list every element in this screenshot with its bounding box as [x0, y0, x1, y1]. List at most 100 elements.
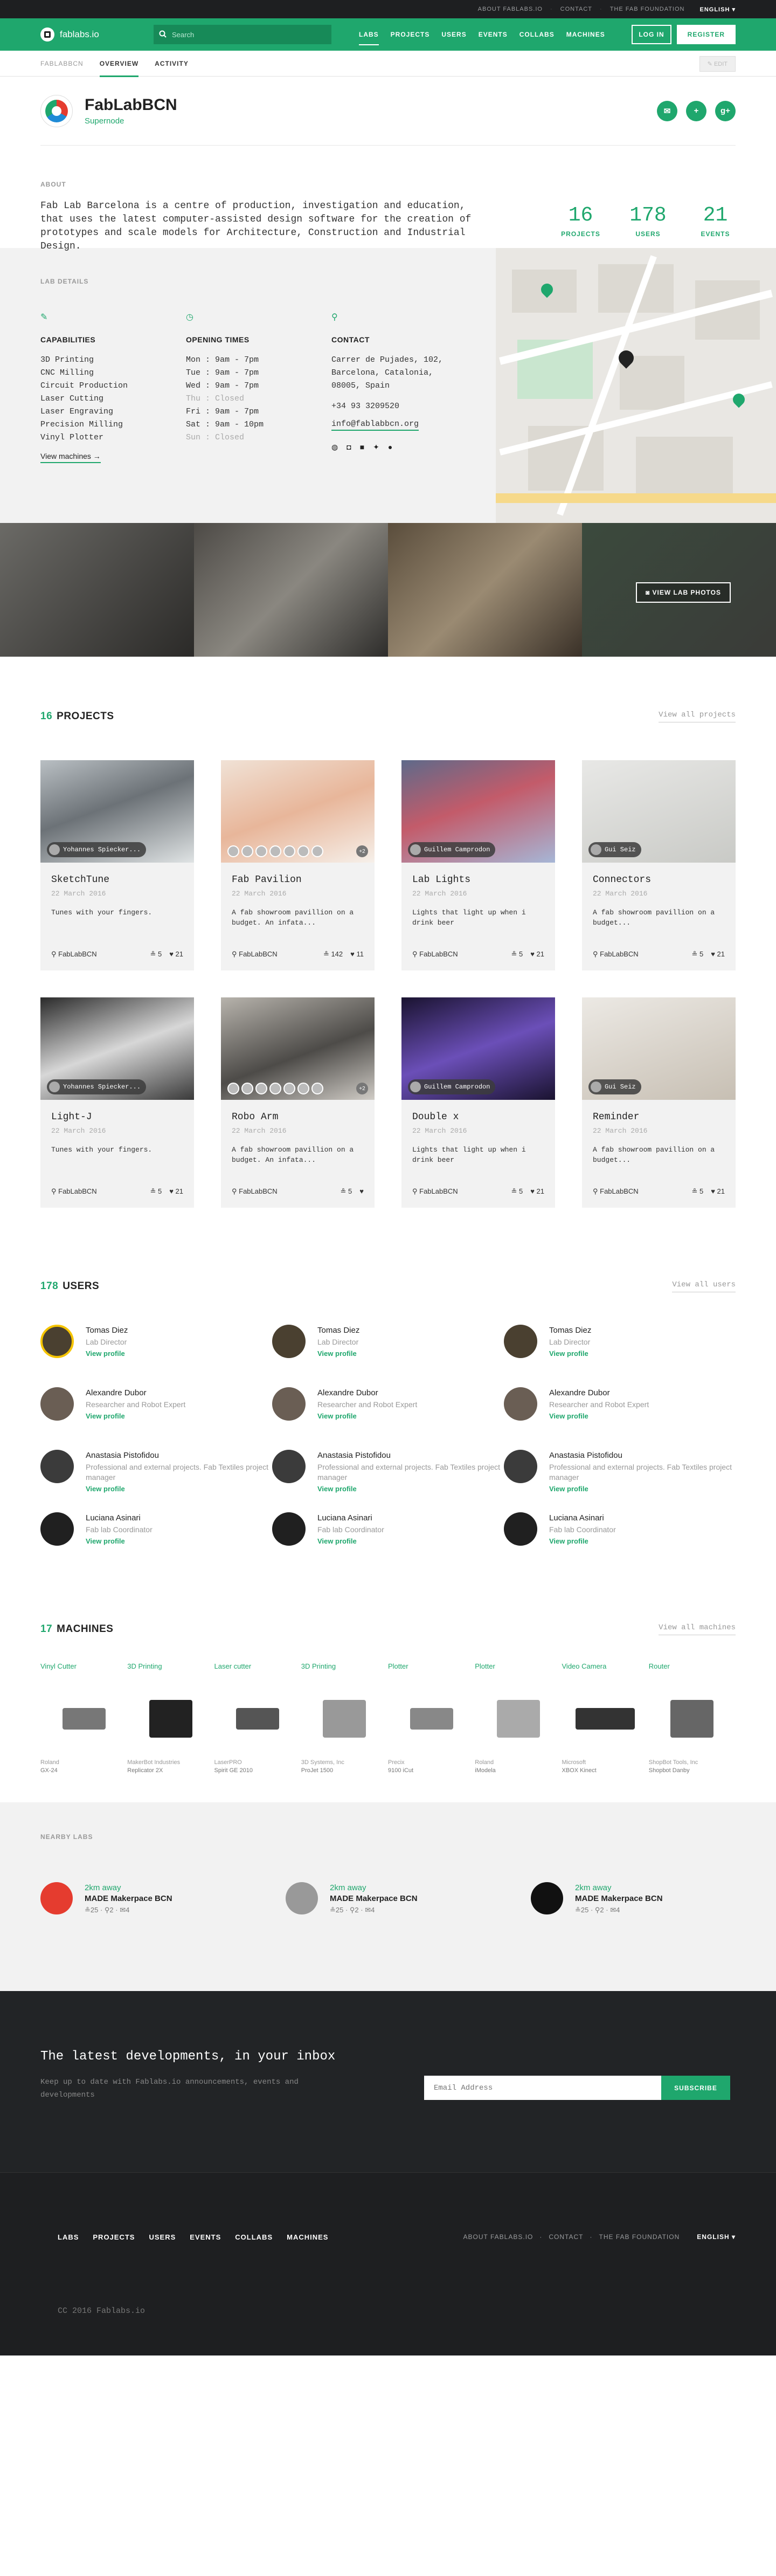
- google-plus-button[interactable]: g+: [715, 100, 736, 121]
- likes-count[interactable]: ♥ 21: [169, 1187, 183, 1196]
- tab-activity[interactable]: ACTIVITY: [155, 51, 189, 77]
- login-button[interactable]: LOG IN: [632, 25, 671, 44]
- machine-item[interactable]: 3D Printing 3D Systems, Inc ProJet 1500: [301, 1662, 388, 1783]
- project-author[interactable]: Gui Seiz: [588, 842, 641, 857]
- likes-count[interactable]: ♥ 21: [530, 1187, 544, 1196]
- nearby-name[interactable]: MADE Makerpace BCN: [575, 1894, 663, 1903]
- project-card[interactable]: Yohannes Spiecker... SketchTune 22 March 2…: [40, 760, 194, 970]
- footer-foundation-link[interactable]: THE FAB FOUNDATION: [599, 2233, 680, 2241]
- project-card[interactable]: +2 Fab Pavilion 22 March 2016 A fab showroo…: [221, 760, 375, 970]
- machine-item[interactable]: Laser cutter LaserPRO Spirit GE 2010: [214, 1662, 301, 1783]
- user-name[interactable]: Tomas Diez: [317, 1326, 359, 1335]
- project-card[interactable]: Yohannes Spiecker... Light-J 22 March 2016…: [40, 997, 194, 1208]
- project-card[interactable]: Guillem Camprodon Lab Lights 22 March 2016…: [401, 760, 555, 970]
- view-profile-link[interactable]: View profile: [549, 1485, 736, 1493]
- likes-count[interactable]: ♥ 21: [711, 1187, 725, 1196]
- machine-category[interactable]: Plotter: [475, 1662, 562, 1670]
- user-name[interactable]: Luciana Asinari: [549, 1513, 616, 1523]
- avatar[interactable]: [40, 1325, 74, 1358]
- about-link[interactable]: ABOUT FABLABS.IO: [478, 6, 543, 12]
- view-lab-photos-button[interactable]: ◙ VIEW LAB PHOTOS: [635, 582, 731, 603]
- view-profile-link[interactable]: View profile: [549, 1412, 649, 1420]
- footer-about-link[interactable]: ABOUT FABLABS.IO: [463, 2233, 534, 2241]
- project-card[interactable]: Guillem Camprodon Double x 22 March 2016 Li…: [401, 997, 555, 1208]
- nearby-name[interactable]: MADE Makerpace BCN: [330, 1894, 418, 1903]
- machine-category[interactable]: 3D Printing: [127, 1662, 214, 1670]
- location-map[interactable]: [496, 248, 776, 523]
- stat-events[interactable]: 21 EVENTS: [695, 204, 736, 238]
- view-profile-link[interactable]: View profile: [549, 1349, 591, 1358]
- machine-category[interactable]: Plotter: [388, 1662, 475, 1670]
- project-authors[interactable]: +2: [227, 845, 368, 857]
- email-input[interactable]: [424, 2076, 661, 2100]
- user-name[interactable]: Alexandre Dubor: [317, 1388, 417, 1397]
- view-all-machines-link[interactable]: View all machines: [659, 1623, 736, 1635]
- edit-button[interactable]: ✎ EDIT: [699, 56, 736, 72]
- nav-users[interactable]: USERS: [435, 18, 472, 51]
- footer-nav-labs[interactable]: LABS: [58, 2233, 79, 2241]
- project-authors[interactable]: +2: [227, 1083, 368, 1094]
- view-profile-link[interactable]: View profile: [86, 1412, 185, 1420]
- view-profile-link[interactable]: View profile: [86, 1349, 128, 1358]
- instagram-icon[interactable]: ◘: [347, 443, 351, 452]
- machine-item[interactable]: 3D Printing MakerBot Industries Replicator…: [127, 1662, 214, 1783]
- message-button[interactable]: ✉: [657, 100, 677, 121]
- machine-item[interactable]: Plotter Precix 9100 iCut: [388, 1662, 475, 1783]
- footer-nav-collabs[interactable]: COLLABS: [235, 2233, 273, 2241]
- join-lab-button[interactable]: +: [686, 100, 706, 121]
- stat-projects[interactable]: 16 PROJECTS: [560, 204, 601, 238]
- avatar[interactable]: [272, 1387, 306, 1421]
- view-machines-link[interactable]: View machines →: [40, 452, 101, 463]
- nav-labs[interactable]: LABS: [353, 18, 385, 51]
- view-all-users-link[interactable]: View all users: [672, 1280, 736, 1292]
- view-all-projects-link[interactable]: View all projects: [659, 711, 736, 722]
- project-author[interactable]: Yohannes Spiecker...: [47, 842, 147, 857]
- contact-link[interactable]: CONTACT: [560, 6, 592, 12]
- twitter-icon[interactable]: ✦: [373, 443, 379, 452]
- nearby-lab[interactable]: 2km away MADE Makerpace BCN ≗25 · ⚲2 · ✉4: [286, 1882, 531, 1914]
- user-name[interactable]: Anastasia Pistofidou: [549, 1451, 736, 1460]
- view-profile-link[interactable]: View profile: [86, 1537, 153, 1545]
- user-name[interactable]: Luciana Asinari: [86, 1513, 153, 1523]
- avatar[interactable]: [272, 1512, 306, 1546]
- view-profile-link[interactable]: View profile: [317, 1485, 504, 1493]
- user-name[interactable]: Anastasia Pistofidou: [317, 1451, 504, 1460]
- avatar[interactable]: [272, 1325, 306, 1358]
- user-name[interactable]: Luciana Asinari: [317, 1513, 384, 1523]
- project-author[interactable]: Gui Seiz: [588, 1079, 641, 1094]
- machine-category[interactable]: Video Camera: [562, 1662, 649, 1670]
- user-name[interactable]: Alexandre Dubor: [549, 1388, 649, 1397]
- machine-category[interactable]: Vinyl Cutter: [40, 1662, 127, 1670]
- avatar[interactable]: [504, 1512, 537, 1546]
- avatar[interactable]: [40, 1450, 74, 1483]
- footer-nav-users[interactable]: USERS: [149, 2233, 176, 2241]
- tab-overview[interactable]: OVERVIEW: [99, 51, 139, 77]
- view-profile-link[interactable]: View profile: [317, 1537, 384, 1545]
- nearby-lab[interactable]: 2km away MADE Makerpace BCN ≗25 · ⚲2 · ✉4: [531, 1882, 776, 1914]
- project-author[interactable]: Guillem Camprodon: [408, 1079, 496, 1094]
- view-profile-link[interactable]: View profile: [317, 1412, 417, 1420]
- view-profile-link[interactable]: View profile: [317, 1349, 359, 1358]
- nav-events[interactable]: EVENTS: [473, 18, 514, 51]
- avatar[interactable]: [504, 1325, 537, 1358]
- user-name[interactable]: Alexandre Dubor: [86, 1388, 185, 1397]
- project-card[interactable]: Gui Seiz Reminder 22 March 2016 A fab showr…: [582, 997, 736, 1208]
- search-input[interactable]: [172, 30, 323, 39]
- avatar[interactable]: [504, 1387, 537, 1421]
- avatar[interactable]: [504, 1450, 537, 1483]
- machine-item[interactable]: Plotter Roland iModela: [475, 1662, 562, 1783]
- likes-count[interactable]: ♥ 21: [711, 950, 725, 959]
- machine-category[interactable]: 3D Printing: [301, 1662, 388, 1670]
- machine-item[interactable]: Router ShopBot Tools, Inc Shopbot Danby: [649, 1662, 736, 1783]
- nearby-name[interactable]: MADE Makerpace BCN: [85, 1894, 172, 1903]
- user-name[interactable]: Anastasia Pistofidou: [86, 1451, 272, 1460]
- machine-item[interactable]: Vinyl Cutter Roland GX-24: [40, 1662, 127, 1783]
- user-name[interactable]: Tomas Diez: [549, 1326, 591, 1335]
- project-card[interactable]: +2 Robo Arm 22 March 2016 A fab showroom pa…: [221, 997, 375, 1208]
- footer-contact-link[interactable]: CONTACT: [549, 2233, 583, 2241]
- facebook-icon[interactable]: ■: [360, 443, 364, 452]
- machine-category[interactable]: Router: [649, 1662, 736, 1670]
- nav-collabs[interactable]: COLLABS: [514, 18, 560, 51]
- likes-count[interactable]: ♥ 21: [169, 950, 183, 959]
- likes-count[interactable]: ♥: [359, 1187, 364, 1196]
